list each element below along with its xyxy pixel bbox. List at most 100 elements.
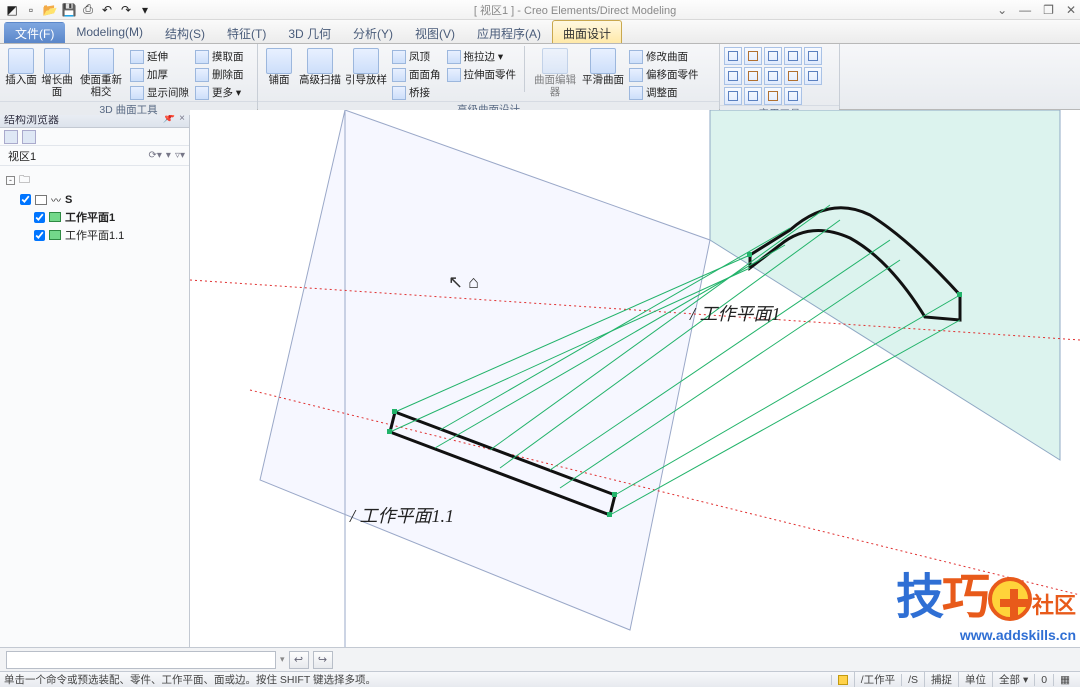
util-icon[interactable]	[804, 67, 822, 85]
offset-face-part-button[interactable]: 偏移面零件	[627, 66, 701, 83]
qat-save-icon[interactable]: 💾	[61, 2, 77, 18]
visibility-checkbox[interactable]	[34, 212, 45, 223]
status-grid-icon[interactable]: ▦	[1053, 674, 1076, 686]
adjust-face-button[interactable]: 调整面	[627, 84, 701, 101]
surface-editor-button[interactable]: 曲面编辑器	[531, 46, 579, 100]
command-input[interactable]	[6, 651, 276, 669]
cmd-forward-button[interactable]: ↪	[313, 651, 333, 669]
extrude-face-part-button[interactable]: 拉伸面零件	[445, 66, 519, 83]
qat-app-icon[interactable]: ◩	[4, 2, 20, 18]
refresh-dropdown-icon[interactable]: ⟳▾	[149, 150, 162, 161]
util-row-1	[724, 47, 822, 65]
tab-feature[interactable]: 特征(T)	[216, 20, 277, 43]
model-tree: - 🗀 〰 S 工作平面1 工作平面1.1	[0, 166, 189, 248]
extend-button[interactable]: 延伸	[128, 48, 191, 65]
util-icon[interactable]	[764, 87, 782, 105]
status-part[interactable]: /S	[901, 674, 924, 686]
viewport-label: 视区1	[8, 148, 36, 164]
qat-saveas-icon[interactable]: ⎙	[80, 2, 96, 18]
restore-button[interactable]: ❐	[1043, 3, 1054, 17]
tab-view[interactable]: 视图(V)	[404, 20, 466, 43]
pick-face-button[interactable]: 摸取面	[193, 48, 246, 65]
viewport-id: 视区1	[480, 5, 508, 17]
tree-row-part[interactable]: 〰 S	[6, 191, 183, 208]
more-button[interactable]: 更多 ▾	[193, 84, 246, 101]
smooth-surface-button[interactable]: 平滑曲面	[581, 46, 625, 89]
util-icon[interactable]	[724, 47, 742, 65]
util-icon[interactable]	[784, 67, 802, 85]
grow-surface-button[interactable]: 增长曲面	[40, 46, 74, 100]
status-workplane[interactable]: /工作平	[854, 672, 901, 687]
filter-dropdown-icon[interactable]: ▾	[166, 150, 171, 161]
tab-applications[interactable]: 应用程序(A)	[466, 20, 552, 43]
quick-access-toolbar: ◩ ▫ 📂 💾 ⎙ ↶ ↷ ▾	[4, 2, 153, 18]
status-count[interactable]: 0	[1034, 674, 1053, 686]
tree-row-workplane[interactable]: 工作平面1.1	[6, 226, 183, 244]
title-bar: ◩ ▫ 📂 💾 ⎙ ↶ ↷ ▾ [ 视区1 ] - Creo Elements/…	[0, 0, 1080, 20]
visibility-checkbox[interactable]	[34, 230, 45, 241]
qat-dropdown-icon[interactable]: ▾	[137, 2, 153, 18]
qat-open-icon[interactable]: 📂	[42, 2, 58, 18]
thicken-button[interactable]: 加厚	[128, 66, 191, 83]
tab-surface-design[interactable]: 曲面设计	[552, 20, 622, 43]
command-bar: ▾ ↩ ↪	[0, 647, 1080, 671]
visibility-checkbox[interactable]	[20, 194, 31, 205]
qat-new-icon[interactable]: ▫	[23, 2, 39, 18]
util-icon[interactable]	[784, 47, 802, 65]
tab-analysis[interactable]: 分析(Y)	[342, 20, 404, 43]
panel-tool-icon[interactable]	[22, 130, 36, 144]
help-dropdown-icon[interactable]: ⌄	[997, 3, 1007, 17]
loft-button[interactable]: 铺面	[262, 46, 296, 89]
dome-button[interactable]: 凤顶	[390, 48, 443, 65]
modify-surface-button[interactable]: 修改曲面	[627, 48, 701, 65]
status-snap[interactable]: 捕捉	[924, 672, 958, 687]
cmd-back-button[interactable]: ↩	[289, 651, 309, 669]
util-icon[interactable]	[724, 67, 742, 85]
tab-3d-geometry[interactable]: 3D 几何	[277, 20, 342, 43]
body-area: 结构浏览器 📌× 视区1 ⟳▾ ▾ ▿▾ - 🗀 〰 S	[0, 110, 1080, 647]
delete-face-button[interactable]: 删除面	[193, 66, 246, 83]
tree-root-icon: 🗀	[19, 171, 30, 190]
tab-structure[interactable]: 结构(S)	[154, 20, 216, 43]
util-row-3	[724, 87, 802, 105]
status-bar: 单击一个命令或预选装配、零件、工作平面、面或边。按住 SHIFT 键选择多项。 …	[0, 671, 1080, 687]
structure-browser-panel: 结构浏览器 📌× 视区1 ⟳▾ ▾ ▿▾ - 🗀 〰 S	[0, 110, 190, 647]
guided-loft-button[interactable]: 引导放样	[344, 46, 388, 89]
insert-face-button[interactable]: 插入面	[4, 46, 38, 89]
util-icon[interactable]	[724, 87, 742, 105]
qat-undo-icon[interactable]: ↶	[99, 2, 115, 18]
tree-row-workplane[interactable]: 工作平面1	[6, 208, 183, 226]
util-icon[interactable]	[764, 67, 782, 85]
warning-icon	[838, 675, 848, 685]
panel-tool-icon[interactable]	[4, 130, 18, 144]
tab-modeling[interactable]: Modeling(M)	[65, 20, 154, 43]
face-angle-button[interactable]: 面面角	[390, 66, 443, 83]
status-warning[interactable]	[831, 675, 854, 685]
ribbon-group-utility: 实用工具	[720, 44, 840, 109]
sort-dropdown-icon[interactable]: ▿▾	[175, 150, 185, 161]
util-icon[interactable]	[744, 87, 762, 105]
util-icon[interactable]	[804, 47, 822, 65]
status-units[interactable]: 单位	[958, 672, 992, 687]
bridge-button[interactable]: 桥接	[390, 84, 443, 101]
qat-redo-icon[interactable]: ↷	[118, 2, 134, 18]
util-icon[interactable]	[764, 47, 782, 65]
minimize-button[interactable]: —	[1019, 3, 1031, 17]
util-icon[interactable]	[784, 87, 802, 105]
status-all[interactable]: 全部 ▾	[992, 672, 1034, 687]
util-icon[interactable]	[744, 67, 762, 85]
file-menu[interactable]: 文件(F)	[4, 22, 65, 43]
close-button[interactable]: ✕	[1066, 3, 1076, 17]
reintersect-face-button[interactable]: 使面重新相交	[76, 46, 126, 100]
ribbon-group-3d-surface-tools: 插入面 增长曲面 使面重新相交 延伸 加厚 显示间隙 摸取面 删除面 更多 ▾ …	[0, 44, 258, 109]
adv-sweep-button[interactable]: 高级扫描	[298, 46, 342, 89]
workplane-icon	[49, 230, 61, 240]
show-gap-button[interactable]: 显示间隙	[128, 84, 191, 101]
drag-edge-button[interactable]: 拖拉边 ▾	[445, 48, 519, 65]
status-hint: 单击一个命令或预选装配、零件、工作平面、面或边。按住 SHIFT 键选择多项。	[4, 672, 831, 687]
util-icon[interactable]	[744, 47, 762, 65]
3d-viewport[interactable]: ↖ ⌂ / 工作平面1 / 工作平面1.1 技巧社区 www.addskills…	[190, 110, 1080, 647]
tree-root-row[interactable]: - 🗀	[6, 170, 183, 191]
expand-toggle-icon[interactable]: -	[6, 176, 15, 185]
viewport-row[interactable]: 视区1 ⟳▾ ▾ ▿▾	[0, 146, 189, 166]
